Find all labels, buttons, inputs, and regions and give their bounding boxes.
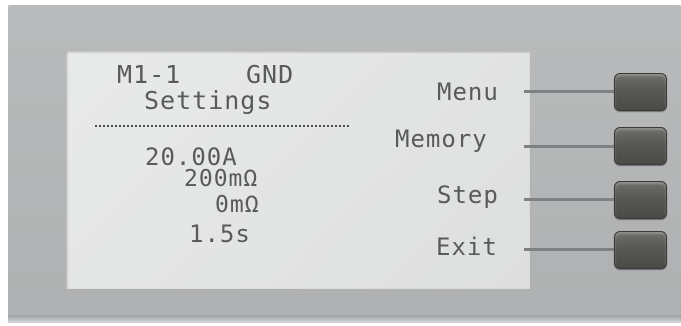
exit-softkey-button[interactable]	[614, 231, 667, 269]
softkey-guide-line-exit	[524, 248, 616, 251]
softkey-guide-line-menu	[524, 90, 616, 93]
mode-label: M1-1	[117, 60, 182, 89]
resistance-limit-value: 200mΩ	[184, 166, 259, 192]
softkey-label-step: Step	[437, 181, 499, 209]
softkey-label-exit: Exit	[436, 233, 498, 261]
memory-softkey-button[interactable]	[614, 127, 667, 165]
panel-bottom-edge	[8, 315, 681, 323]
menu-softkey-button[interactable]	[614, 73, 667, 111]
softkey-guide-line-step	[524, 198, 616, 201]
softkey-label-memory: Memory	[395, 125, 488, 153]
softkey-guide-line-memory	[524, 145, 616, 148]
softkey-label-menu: Menu	[437, 78, 499, 106]
step-softkey-button[interactable]	[614, 181, 667, 219]
header-divider	[95, 125, 349, 127]
test-type-label: GND	[246, 60, 295, 89]
offset-value: 0mΩ	[215, 192, 260, 218]
screen-title: Settings	[144, 86, 273, 115]
test-time-value: 1.5s	[189, 220, 251, 248]
